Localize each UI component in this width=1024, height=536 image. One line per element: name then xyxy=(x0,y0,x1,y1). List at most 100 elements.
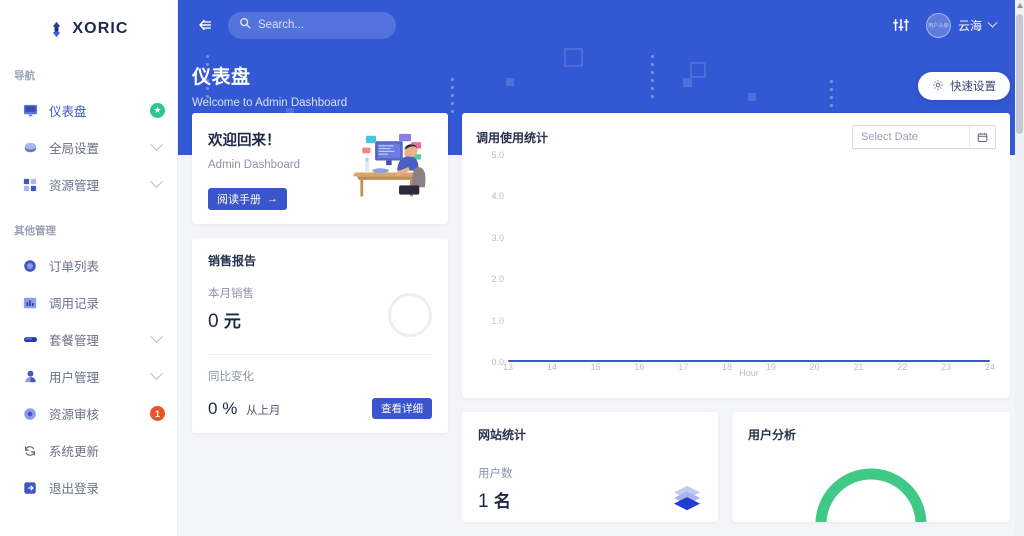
site-metric-number: 1 xyxy=(478,491,489,512)
user-name: 云海 xyxy=(957,18,982,33)
user-analysis-card: 用户分析 xyxy=(732,412,1010,522)
avatar: 用户头像 xyxy=(925,12,951,38)
sales-metric-value: 0 元 xyxy=(208,307,254,333)
site-statistics-card: 网站统计 用户数 1 名 xyxy=(462,412,718,522)
page-subtitle: Welcome to Admin Dashboard xyxy=(192,97,348,109)
welcome-subheading: Admin Dashboard xyxy=(208,159,301,171)
arrow-right-icon: → xyxy=(267,193,278,205)
chevron-down-icon[interactable] xyxy=(150,138,163,152)
sales-report-title: 销售报告 xyxy=(208,254,257,268)
sidebar-item-global-settings[interactable]: 全局设置 xyxy=(0,129,177,166)
top-bar: 用户头像 云海 xyxy=(178,0,1024,50)
brand-logo[interactable]: XORIC xyxy=(0,0,177,52)
chevron-down-icon[interactable] xyxy=(150,330,163,344)
chevron-down-icon[interactable] xyxy=(150,367,163,381)
sidebar-item-label: 用户管理 xyxy=(49,371,100,385)
sidebar-item-package-management[interactable]: 套餐管理 xyxy=(0,321,177,358)
nav-section-title-nav: 导航 xyxy=(14,70,35,82)
sidebar-item-label: 资源审核 xyxy=(49,408,100,422)
sidebar-item-label: 套餐管理 xyxy=(49,334,100,348)
y-tick: 5.0 xyxy=(491,150,504,160)
site-metric-unit: 名 xyxy=(493,492,511,511)
globe-icon xyxy=(22,140,38,156)
scrollbar-thumb[interactable] xyxy=(1016,14,1023,134)
review-icon xyxy=(22,406,38,422)
sales-change-value: 0 % 从上月 xyxy=(208,399,281,419)
view-detail-button[interactable]: 查看详细 xyxy=(372,398,432,419)
sidebar-item-label: 订单列表 xyxy=(49,260,100,274)
nav-section-title-other: 其他管理 xyxy=(14,225,56,237)
bar-chart-icon xyxy=(22,295,38,311)
read-manual-label: 阅读手册 xyxy=(217,194,261,206)
site-metric-row: 用户数 1 名 xyxy=(478,465,702,513)
sales-metric-unit: 元 xyxy=(223,312,241,331)
chart-header: 调用使用统计 xyxy=(476,125,996,149)
sales-change-number: 0 xyxy=(208,399,218,418)
sales-progress-ring xyxy=(388,293,432,337)
scroll-up-arrow-icon[interactable] xyxy=(1016,3,1023,8)
welcome-text-block: 欢迎回来！ Admin Dashboard 阅读手册 → xyxy=(208,129,342,210)
sidebar-item-label: 资源管理 xyxy=(49,179,100,193)
user-analysis-donut xyxy=(809,462,933,522)
sales-metric-row: 本月销售 0 元 xyxy=(208,285,432,337)
quick-settings-label: 快速设置 xyxy=(950,81,996,93)
sidebar-item-resource-review[interactable]: 资源审核 1 xyxy=(0,395,177,432)
sidebar: XORIC 导航 仪表盘 ★ 全局设置 资源管理 其他管理 订单列表 调用记录 … xyxy=(0,0,178,536)
content-grid: 欢迎回来！ Admin Dashboard 阅读手册 → 销售报告 本月销售 0… xyxy=(178,113,1024,522)
sidebar-item-logout[interactable]: 退出登录 xyxy=(0,469,177,506)
chart-y-axis: 0.0 1.0 2.0 3.0 4.0 5.0 xyxy=(476,150,506,367)
date-input[interactable] xyxy=(853,131,969,143)
sidebar-item-user-management[interactable]: 用户管理 xyxy=(0,358,177,395)
sidebar-item-label: 调用记录 xyxy=(49,297,100,311)
sidebar-item-resource-management[interactable]: 资源管理 xyxy=(0,166,177,203)
chart-x-axis-label: Hour xyxy=(739,368,759,378)
chevron-down-icon[interactable] xyxy=(150,175,163,189)
app-root: XORIC 导航 仪表盘 ★ 全局设置 资源管理 其他管理 订单列表 调用记录 … xyxy=(0,0,1024,536)
date-picker[interactable] xyxy=(852,125,996,149)
circle-order-icon xyxy=(22,258,38,274)
sidebar-item-dashboard[interactable]: 仪表盘 ★ xyxy=(0,92,177,129)
sidebar-item-label: 退出登录 xyxy=(49,482,100,496)
bottom-row: 网站统计 用户数 1 名 用户分析 xyxy=(462,412,1010,522)
sales-change-block: 同比变化 xyxy=(208,368,432,384)
diamond-logo-icon xyxy=(48,21,65,38)
sales-footer: 0 % 从上月 查看详细 xyxy=(208,398,432,419)
chevron-down-icon xyxy=(987,17,998,28)
person-at-desk-illustration xyxy=(342,130,434,209)
welcome-heading: 欢迎回来！ xyxy=(208,133,281,149)
site-metric-value: 1 名 xyxy=(478,487,513,513)
top-bar-right: 用户头像 云海 xyxy=(892,12,1010,38)
quick-settings-button[interactable]: 快速设置 xyxy=(918,72,1010,100)
sidebar-item-order-list[interactable]: 订单列表 xyxy=(0,247,177,284)
collapse-sidebar-icon[interactable] xyxy=(192,12,218,38)
sidebar-item-label: 全局设置 xyxy=(49,142,100,156)
status-badge: 1 xyxy=(150,406,165,421)
user-analysis-title: 用户分析 xyxy=(748,428,797,442)
sales-change-label: 同比变化 xyxy=(208,371,254,383)
y-tick: 3.0 xyxy=(491,232,504,243)
status-badge: ★ xyxy=(150,103,165,118)
welcome-card: 欢迎回来！ Admin Dashboard 阅读手册 → xyxy=(192,113,448,224)
page-title: 仪表盘 xyxy=(192,67,251,88)
site-statistics-title: 网站统计 xyxy=(478,428,527,442)
calendar-icon[interactable] xyxy=(969,126,995,148)
divider xyxy=(208,354,432,355)
sidebar-item-label: 仪表盘 xyxy=(49,105,87,119)
y-tick: 2.0 xyxy=(491,274,504,285)
sales-change-unit: % xyxy=(222,399,238,418)
read-manual-button[interactable]: 阅读手册 → xyxy=(208,188,287,210)
sales-report-card: 销售报告 本月销售 0 元 同比变化 0 % 从上月 查看详细 xyxy=(192,238,448,433)
refresh-icon xyxy=(22,443,38,459)
user-menu[interactable]: 用户头像 云海 xyxy=(925,12,998,38)
dashboard-icon xyxy=(22,103,38,119)
sidebar-item-call-records[interactable]: 调用记录 xyxy=(0,284,177,321)
user-icon xyxy=(22,369,38,385)
sliders-settings-icon[interactable] xyxy=(892,16,910,34)
usage-chart-card: 调用使用统计 Select Date 0.0 1.0 2.0 3.0 4.0 5… xyxy=(462,113,1010,398)
search-box[interactable] xyxy=(228,11,396,39)
right-column: 调用使用统计 Select Date 0.0 1.0 2.0 3.0 4.0 5… xyxy=(462,113,1010,522)
search-input[interactable] xyxy=(258,19,385,31)
sidebar-item-system-update[interactable]: 系统更新 xyxy=(0,432,177,469)
logout-icon xyxy=(22,480,38,496)
sales-metric-block: 本月销售 0 元 xyxy=(208,285,254,333)
